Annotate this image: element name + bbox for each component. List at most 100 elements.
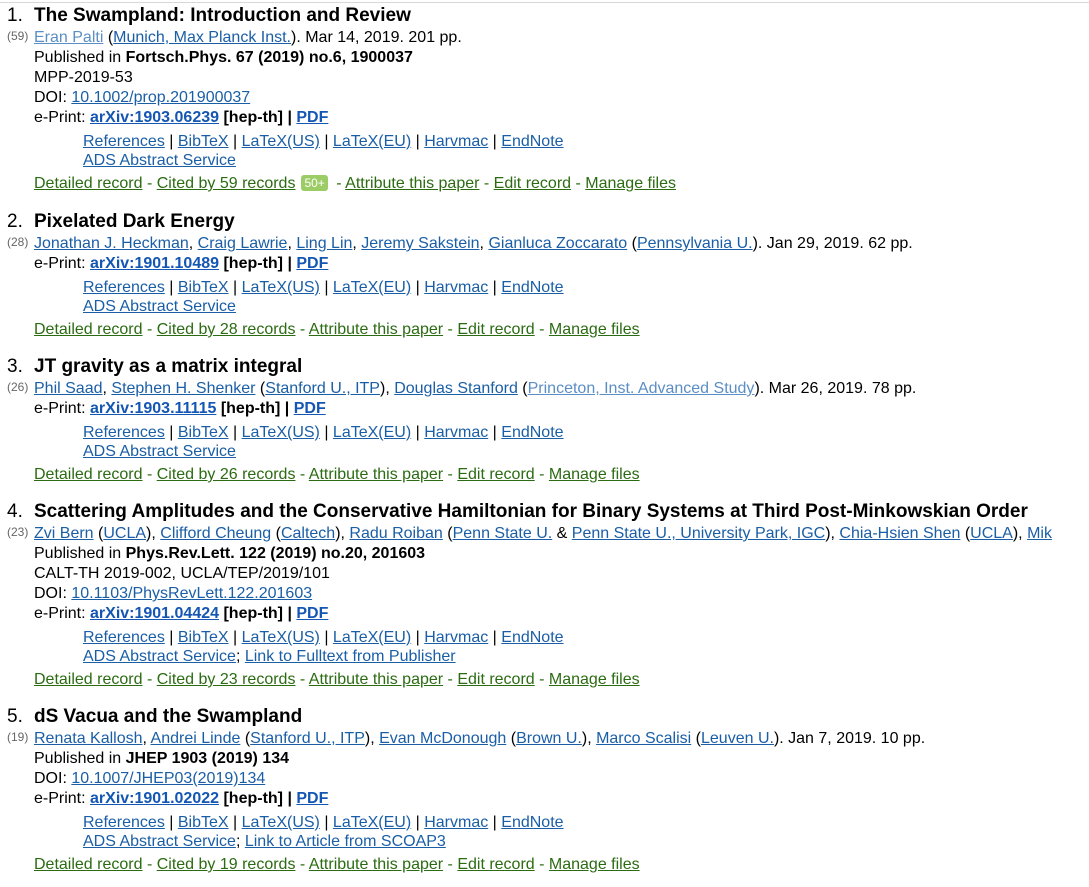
detailed-record-link[interactable]: Detailed record (34, 321, 143, 338)
author-link[interactable]: Zvi Bern (34, 525, 94, 542)
harvmac-link[interactable]: Harvmac (424, 424, 488, 441)
latex-eu-link[interactable]: LaTeX(EU) (333, 814, 411, 831)
pdf-link[interactable]: PDF (296, 790, 328, 807)
author-link[interactable]: Andrei Linde (151, 730, 241, 747)
manage-files-link[interactable]: Manage files (549, 856, 640, 873)
harvmac-link[interactable]: Harvmac (424, 814, 488, 831)
attribute-paper-link[interactable]: Attribute this paper (309, 466, 443, 483)
doi-link[interactable]: 10.1002/prop.201900037 (71, 89, 250, 106)
endnote-link[interactable]: EndNote (501, 133, 563, 150)
edit-record-link[interactable]: Edit record (457, 671, 534, 688)
manage-files-link[interactable]: Manage files (549, 671, 640, 688)
arxiv-link[interactable]: arXiv:1903.11115 (90, 400, 216, 417)
affiliation-link[interactable]: UCLA (970, 525, 1013, 542)
harvmac-link[interactable]: Harvmac (424, 279, 488, 296)
latex-eu-link[interactable]: LaTeX(EU) (333, 279, 411, 296)
affiliation-link[interactable]: Caltech (281, 525, 335, 542)
references-link[interactable]: References (83, 133, 165, 150)
author-link[interactable]: Craig Lawrie (198, 235, 288, 252)
latex-us-link[interactable]: LaTeX(US) (242, 814, 320, 831)
cited-by-link[interactable]: Cited by 19 records (157, 856, 296, 873)
ads-abstract-link[interactable]: ADS Abstract Service (83, 152, 236, 169)
affiliation-link[interactable]: Stanford U., ITP (250, 730, 365, 747)
affiliation-link[interactable]: Stanford U., ITP (265, 380, 380, 397)
detailed-record-link[interactable]: Detailed record (34, 466, 143, 483)
bibtex-link[interactable]: BibTeX (178, 279, 229, 296)
affiliation-link[interactable]: Munich, Max Planck Inst. (113, 29, 291, 46)
affiliation-link[interactable]: Brown U. (516, 730, 582, 747)
latex-eu-link[interactable]: LaTeX(EU) (333, 424, 411, 441)
attribute-paper-link[interactable]: Attribute this paper (309, 856, 443, 873)
ads-abstract-link[interactable]: ADS Abstract Service (83, 443, 236, 460)
pdf-link[interactable]: PDF (296, 255, 328, 272)
arxiv-link[interactable]: arXiv:1901.10489 (90, 255, 219, 272)
affiliation-link[interactable]: Penn State U. (453, 525, 553, 542)
author-link[interactable]: Jeremy Sakstein (361, 235, 479, 252)
author-link[interactable]: Marco Scalisi (596, 730, 691, 747)
manage-files-link[interactable]: Manage files (585, 175, 676, 192)
edit-record-link[interactable]: Edit record (457, 321, 534, 338)
edit-record-link[interactable]: Edit record (457, 856, 534, 873)
author-link[interactable]: Douglas Stanford (394, 380, 518, 397)
edit-record-link[interactable]: Edit record (494, 175, 571, 192)
pdf-link[interactable]: PDF (296, 109, 328, 126)
cited-by-link[interactable]: Cited by 26 records (157, 466, 296, 483)
author-link[interactable]: Stephen H. Shenker (111, 380, 255, 397)
cited-by-link[interactable]: Cited by 28 records (157, 321, 296, 338)
affiliation-link[interactable]: Princeton, Inst. Advanced Study (528, 380, 755, 397)
affiliation-link[interactable]: UCLA (103, 525, 146, 542)
author-link[interactable]: Gianluca Zoccarato (488, 235, 627, 252)
arxiv-link[interactable]: arXiv:1903.06239 (90, 109, 219, 126)
latex-us-link[interactable]: LaTeX(US) (242, 424, 320, 441)
ads-abstract-link[interactable]: ADS Abstract Service (83, 833, 236, 850)
cited-by-link[interactable]: Cited by 23 records (157, 671, 296, 688)
ads-abstract-link[interactable]: ADS Abstract Service (83, 298, 236, 315)
cited-by-link[interactable]: Cited by 59 records (157, 175, 296, 192)
edit-record-link[interactable]: Edit record (457, 466, 534, 483)
affiliation-link[interactable]: Pennsylvania U. (637, 235, 753, 252)
latex-us-link[interactable]: LaTeX(US) (242, 629, 320, 646)
affiliation-link[interactable]: Penn State U., University Park, IGC (572, 525, 825, 542)
endnote-link[interactable]: EndNote (501, 629, 563, 646)
pdf-link[interactable]: PDF (296, 605, 328, 622)
latex-us-link[interactable]: LaTeX(US) (242, 279, 320, 296)
latex-eu-link[interactable]: LaTeX(EU) (333, 133, 411, 150)
pdf-link[interactable]: PDF (294, 400, 326, 417)
arxiv-link[interactable]: arXiv:1901.02022 (90, 790, 219, 807)
author-link[interactable]: Jonathan J. Heckman (34, 235, 189, 252)
attribute-paper-link[interactable]: Attribute this paper (345, 175, 479, 192)
ads-abstract-link[interactable]: ADS Abstract Service (83, 648, 236, 665)
doi-link[interactable]: 10.1007/JHEP03(2019)134 (71, 770, 265, 787)
manage-files-link[interactable]: Manage files (549, 466, 640, 483)
affiliation-link[interactable]: Leuven U. (701, 730, 774, 747)
bibtex-link[interactable]: BibTeX (178, 629, 229, 646)
author-link[interactable]: Chia-Hsien Shen (839, 525, 960, 542)
author-link[interactable]: Renata Kallosh (34, 730, 143, 747)
bibtex-link[interactable]: BibTeX (178, 133, 229, 150)
author-link[interactable]: Ling Lin (296, 235, 352, 252)
fulltext-publisher-link[interactable]: Link to Fulltext from Publisher (245, 648, 456, 665)
author-link[interactable]: Clifford Cheung (160, 525, 271, 542)
references-link[interactable]: References (83, 629, 165, 646)
attribute-paper-link[interactable]: Attribute this paper (309, 321, 443, 338)
endnote-link[interactable]: EndNote (501, 279, 563, 296)
harvmac-link[interactable]: Harvmac (424, 133, 488, 150)
author-link[interactable]: Eran Palti (34, 29, 103, 46)
references-link[interactable]: References (83, 814, 165, 831)
references-link[interactable]: References (83, 424, 165, 441)
bibtex-link[interactable]: BibTeX (178, 424, 229, 441)
manage-files-link[interactable]: Manage files (549, 321, 640, 338)
references-link[interactable]: References (83, 279, 165, 296)
latex-us-link[interactable]: LaTeX(US) (242, 133, 320, 150)
latex-eu-link[interactable]: LaTeX(EU) (333, 629, 411, 646)
detailed-record-link[interactable]: Detailed record (34, 671, 143, 688)
detailed-record-link[interactable]: Detailed record (34, 856, 143, 873)
author-link[interactable]: Mik (1027, 525, 1052, 542)
attribute-paper-link[interactable]: Attribute this paper (309, 671, 443, 688)
arxiv-link[interactable]: arXiv:1901.04424 (90, 605, 219, 622)
author-link[interactable]: Phil Saad (34, 380, 103, 397)
bibtex-link[interactable]: BibTeX (178, 814, 229, 831)
author-link[interactable]: Radu Roiban (349, 525, 442, 542)
endnote-link[interactable]: EndNote (501, 424, 563, 441)
harvmac-link[interactable]: Harvmac (424, 629, 488, 646)
